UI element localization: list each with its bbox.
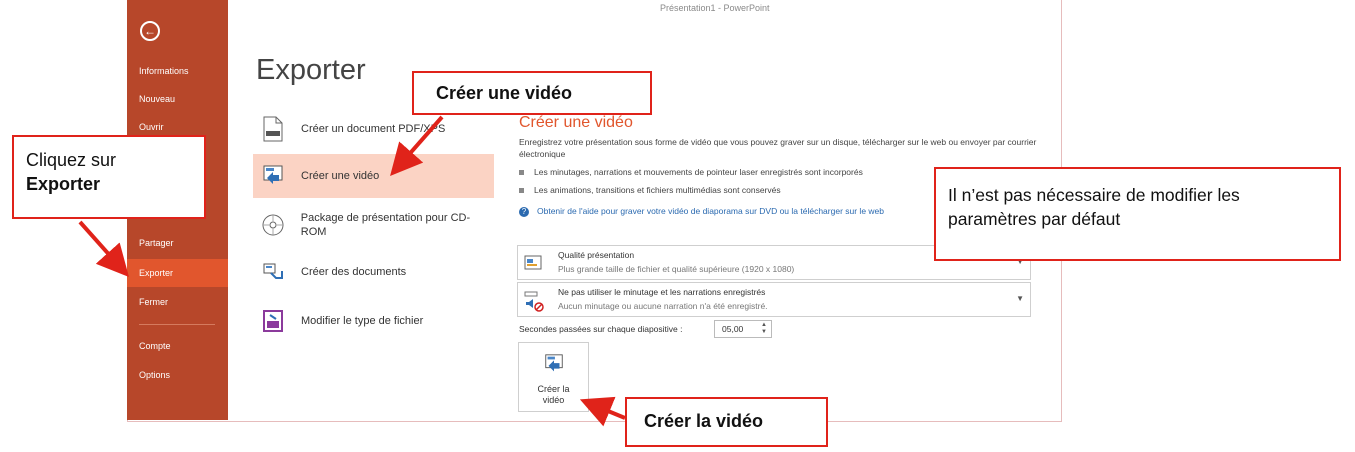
option-label: Modifier le type de fichier (301, 315, 424, 327)
callout-exporter: Cliquez sur Exporter (12, 135, 206, 219)
sidebar-item-exporter[interactable]: Exporter (127, 259, 228, 287)
option-change-file-type[interactable]: Modifier le type de fichier (253, 299, 494, 343)
sidebar-item-compte[interactable]: Compte (127, 334, 228, 358)
option-create-video[interactable]: Créer une vidéo (253, 154, 494, 198)
option-package-cd[interactable]: Package de présentation pour CD-ROM (253, 203, 494, 247)
sidebar-item-partager[interactable]: Partager (127, 231, 228, 255)
callout-create-the-video: Créer la vidéo (625, 397, 828, 447)
create-video-button[interactable]: Créer la vidéo (518, 342, 589, 412)
window-title: Présentation1 - PowerPoint (660, 3, 770, 13)
option-create-handouts[interactable]: Créer des documents (253, 250, 494, 294)
panel-description: Enregistrez votre présentation sous form… (519, 137, 1037, 159)
create-video-button-label: Créer la vidéo (537, 384, 570, 405)
spin-arrows-icon[interactable]: ▲ ▼ (761, 322, 767, 336)
seconds-value: 05,00 (722, 324, 744, 334)
bullet-item: Les minutages, narrations et mouvements … (519, 167, 863, 177)
sidebar-item-fermer[interactable]: Fermer (127, 290, 228, 314)
sidebar-item-options[interactable]: Options (127, 363, 228, 387)
arrow-to-exporter (78, 220, 129, 277)
back-arrow-icon[interactable]: ← (140, 21, 160, 41)
chevron-down-icon: ▼ (1016, 294, 1024, 303)
help-icon: ? (519, 207, 529, 217)
callout-default-settings: Il n’est pas nécessaire de modifier les … (934, 167, 1341, 261)
timing-subtitle: Aucun minutage ou aucune narration n'a é… (558, 301, 768, 311)
timing-title: Ne pas utiliser le minutage et les narra… (558, 287, 766, 297)
video-icon (259, 162, 287, 190)
page-title: Exporter (256, 54, 366, 86)
no-narration-icon (524, 291, 544, 312)
sidebar-divider (139, 324, 215, 325)
callout-create-video: Créer une vidéo (412, 71, 652, 115)
seconds-label: Secondes passées sur chaque diapositive … (519, 324, 683, 334)
option-label: Créer des documents (301, 266, 407, 278)
bullet-item: Les animations, transitions et fichiers … (519, 185, 781, 195)
video-icon (519, 353, 588, 380)
option-label: Package de présentation pour CD-ROM (300, 212, 471, 238)
handouts-icon (259, 258, 287, 286)
file-type-icon (259, 307, 287, 335)
pdf-document-icon (259, 115, 287, 143)
quality-title: Qualité présentation (558, 250, 635, 260)
option-label: Créer un document PDF/XPS (301, 123, 446, 135)
quality-subtitle: Plus grande taille de fichier et qualité… (558, 264, 795, 274)
seconds-stepper[interactable]: 05,00 ▲ ▼ (714, 320, 772, 338)
sidebar-item-informations[interactable]: Informations (127, 59, 228, 83)
presentation-quality-icon (524, 254, 542, 272)
cd-icon (259, 211, 287, 239)
option-label: Créer une vidéo (301, 170, 380, 182)
timing-dropdown[interactable]: Ne pas utiliser le minutage et les narra… (517, 282, 1031, 317)
panel-heading: Créer une vidéo (519, 114, 633, 131)
help-link[interactable]: ? Obtenir de l'aide pour graver votre vid… (519, 206, 884, 217)
sidebar-item-nouveau[interactable]: Nouveau (127, 87, 228, 111)
